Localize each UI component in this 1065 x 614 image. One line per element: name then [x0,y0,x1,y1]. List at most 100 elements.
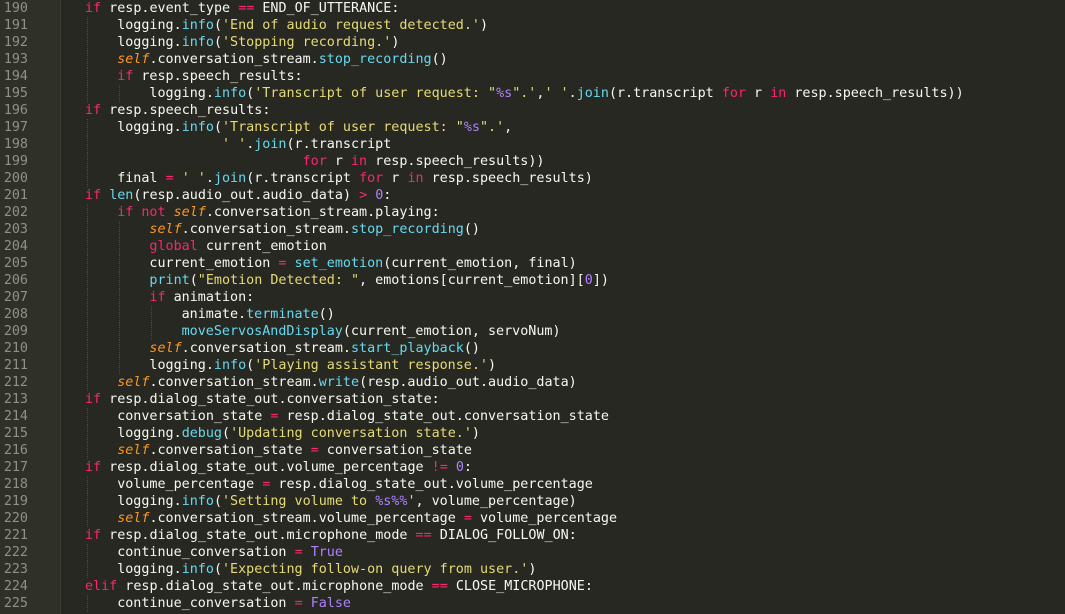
code-line[interactable]: 203 self.conversation_stream.stop_recordi… [0,221,1065,238]
code-line[interactable]: 214 conversation_state = resp.dialog_stat… [0,408,1065,425]
code-line[interactable]: 224 elif resp.dialog_state_out.microphone… [0,578,1065,595]
code-line[interactable]: 206 print("Emotion Detected: ", emotions[… [0,272,1065,289]
code-token: resp.dialog_state_out.microphone_mode [117,579,432,594]
line-number: 196 [3,103,28,118]
code-token: resp.dialog_state_out.microphone_mode [101,528,416,543]
code-token: self [149,222,182,237]
code-token: self [173,205,206,220]
code-token: ".' [512,86,537,101]
code-line[interactable]: 220 self.conversation_stream.volume_perce… [0,510,1065,527]
code-token: resp.speech_results) [423,171,593,186]
code-line[interactable]: 208 animate.terminate() [0,306,1065,323]
code-line[interactable]: 225 continue_conversation = False [0,595,1065,612]
code-token: resp.speech_results: [133,69,303,84]
indent-guide [87,510,88,527]
line-number: 192 [3,35,28,50]
code-line[interactable]: 191 logging.info('End of audio request de… [0,17,1065,34]
indent-guide [119,357,121,374]
code-line[interactable]: 202 if not self.conversation_stream.playi… [0,204,1065,221]
code-line[interactable]: 200 final = ' '.join(r.transcript for r i… [0,170,1065,187]
code-token: , volume_percentage) [415,494,577,509]
line-number: 193 [3,52,28,67]
code-line[interactable]: 209 moveServosAndDisplay(current_emotion,… [0,323,1065,340]
code-token: moveServosAndDisplay [181,324,343,339]
indent-guide [87,544,88,561]
line-number: 204 [3,239,28,254]
code-token: conversation_state [318,443,472,458]
code-line[interactable]: 204 global current_emotion [0,238,1065,255]
code-token: animation: [165,290,255,305]
code-line[interactable]: 219 logging.info('Setting volume to %s%%'… [0,493,1065,510]
code-token: ' ' [222,137,247,152]
code-token: if [85,528,102,543]
indent-guide [87,136,88,153]
code-line[interactable]: 215 logging.debug('Updating conversation … [0,425,1065,442]
code-line[interactable]: 205 current_emotion = set_emotion(current… [0,255,1065,272]
code-line[interactable]: 218 volume_percentage = resp.dialog_state… [0,476,1065,493]
code-token: (r.transcript [608,86,722,101]
code-line[interactable]: 212 self.conversation_stream.write(resp.a… [0,374,1065,391]
code-line[interactable]: 199 for r in resp.speech_results)) [0,153,1065,170]
indent-guide [119,306,121,323]
code-line[interactable]: 207 if animation: [0,289,1065,306]
code-token: ( [213,35,222,50]
code-line[interactable]: 197 logging.info('Transcript of user requ… [0,119,1065,136]
code-token: if [85,188,102,203]
line-number: 212 [3,375,28,390]
code-text: logging.info('Transcript of user request… [149,85,963,102]
code-line[interactable]: 217 if resp.dialog_state_out.volume_perce… [0,459,1065,476]
code-line[interactable]: 213 if resp.dialog_state_out.conversation… [0,391,1065,408]
line-number: 195 [3,86,28,101]
code-token: 'Transcript of user request: " [222,120,464,135]
code-token: ( [213,120,222,135]
code-line[interactable]: 222 continue_conversation = True [0,544,1065,561]
code-line[interactable]: 210 self.conversation_stream.start_playba… [0,340,1065,357]
code-line[interactable]: 190 if resp.event_type == END_OF_UTTERANC… [0,0,1065,17]
code-line[interactable]: 216 self.conversation_state = conversatio… [0,442,1065,459]
line-number: 218 [3,477,28,492]
code-token: 'Expecting follow-on query from user.' [222,562,529,577]
code-editor[interactable]: 190 if resp.event_type == END_OF_UTTERANC… [0,0,1065,614]
code-line[interactable]: 223 logging.info('Expecting follow-on que… [0,561,1065,578]
code-token: for [721,86,746,101]
code-token: resp.dialog_state_out.volume_percentage [101,460,432,475]
code-line[interactable]: 192 logging.info('Stopping recording.') [0,34,1065,51]
indent-guide [151,306,153,323]
code-token: info [181,35,214,50]
code-token: self [117,375,150,390]
code-line[interactable]: 194 if resp.speech_results: [0,68,1065,85]
code-token: 'Updating conversation state.' [230,426,472,441]
code-text: logging.debug('Updating conversation sta… [117,425,480,442]
code-token: print [149,273,190,288]
code-token: start_playback [350,341,464,356]
code-text: logging.info('Stopping recording.') [117,34,399,51]
code-line[interactable]: 195 logging.info('Transcript of user requ… [0,85,1065,102]
code-text: if resp.dialog_state_out.conversation_st… [85,391,440,408]
code-line[interactable]: 221 if resp.dialog_state_out.microphone_m… [0,527,1065,544]
code-token: .conversation_stream. [181,341,351,356]
code-token: resp.dialog_state_out.conversation_state… [101,392,440,407]
line-number: 216 [3,443,28,458]
code-token: self [117,52,150,67]
code-token: (resp.audio_out.audio_data) [133,188,360,203]
code-token: resp.dialog_state_out.volume_percentage [270,477,593,492]
code-line[interactable]: 196 if resp.speech_results: [0,102,1065,119]
line-number: 215 [3,426,28,441]
code-line[interactable]: 198 ' '.join(r.transcript [0,136,1065,153]
code-token: in [770,86,787,101]
code-text: for r in resp.speech_results)) [117,153,545,170]
code-line[interactable]: 211 logging.info('Playing assistant respo… [0,357,1065,374]
code-token: r [746,86,771,101]
code-token: ]) [592,273,609,288]
code-line[interactable]: 193 self.conversation_stream.stop_recordi… [0,51,1065,68]
code-token: DIALOG_FOLLOW_ON: [431,528,577,543]
code-line[interactable]: 201 if len(resp.audio_out.audio_data) > 0… [0,187,1065,204]
line-number: 221 [3,528,28,543]
code-text: self.conversation_stream.stop_recording(… [117,51,448,68]
indent-guide [87,17,88,34]
line-number: 213 [3,392,28,407]
indent-guide [87,357,88,374]
code-token: conversation_state [117,409,271,424]
